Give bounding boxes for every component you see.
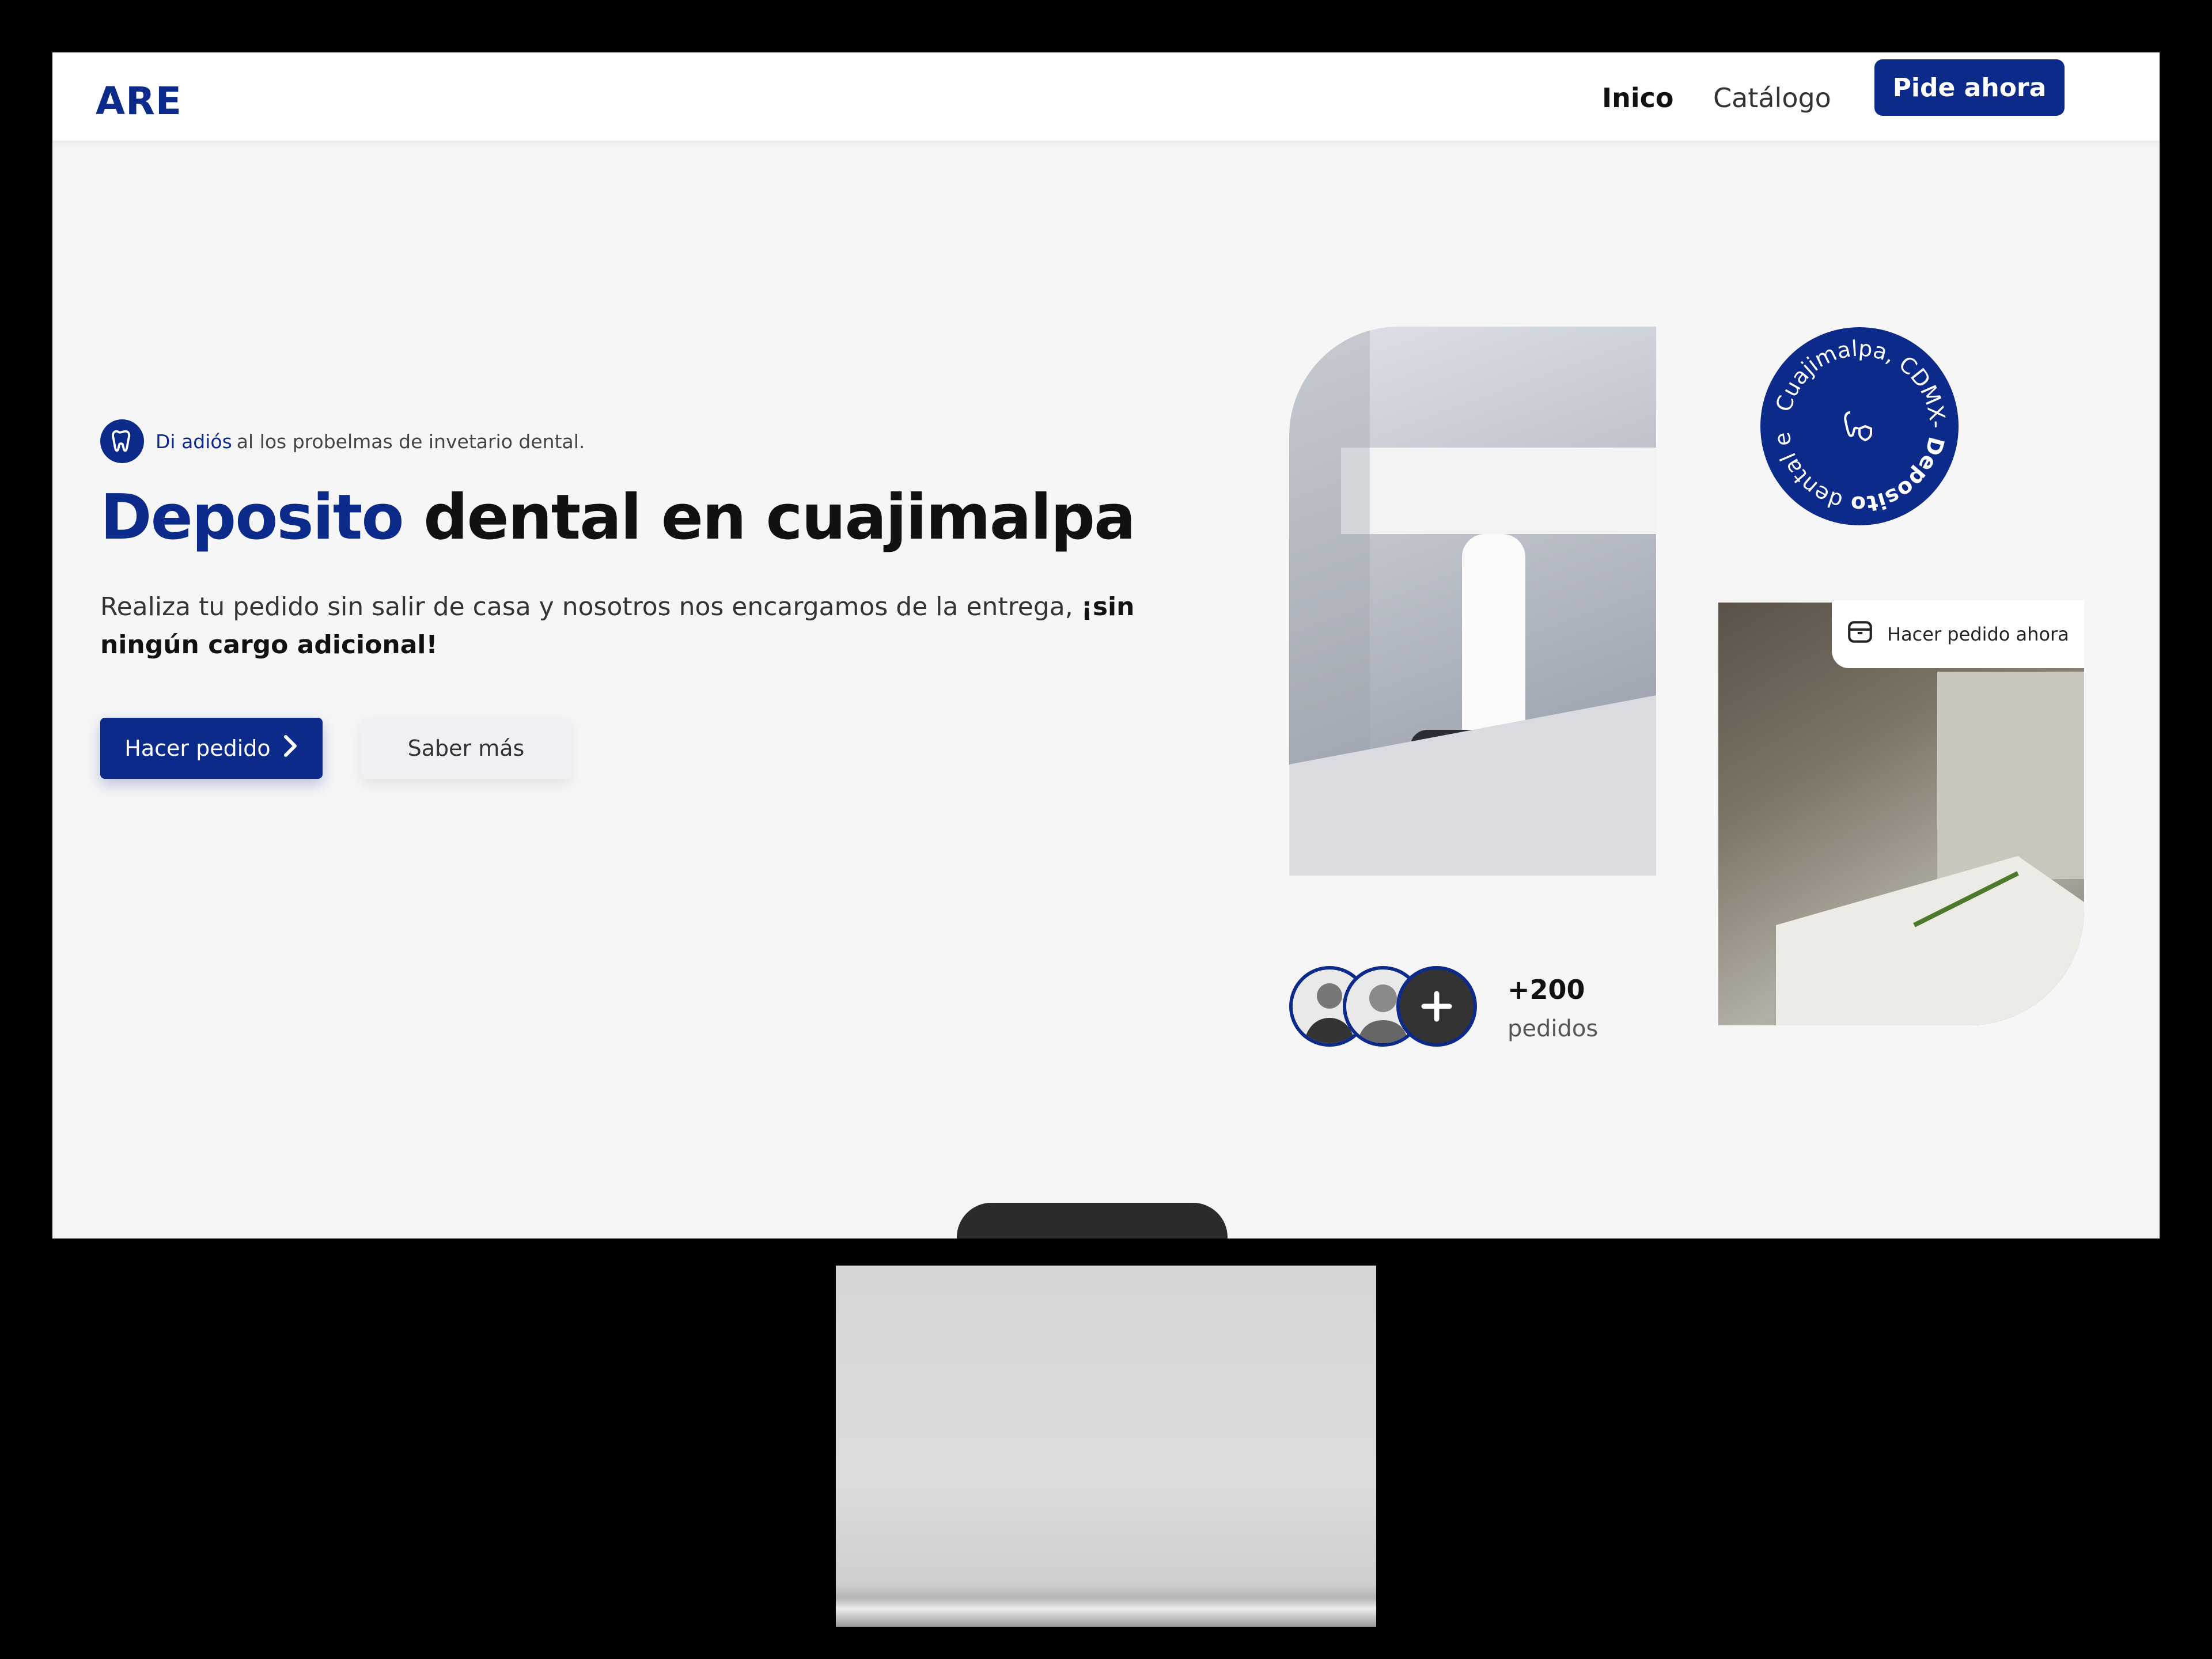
title-rest: dental en cuajimalpa xyxy=(423,482,1136,554)
chevron-right-icon xyxy=(283,734,298,763)
floating-toolbar[interactable] xyxy=(957,1203,1228,1238)
dental-scanner-photo xyxy=(1289,327,1656,876)
order-now-tag[interactable]: Hacer pedido ahora xyxy=(1832,600,2084,668)
tagline-highlight: Di adiós xyxy=(156,430,232,453)
order-tag-label: Hacer pedido ahora xyxy=(1887,623,2069,645)
place-order-button[interactable]: Hacer pedido xyxy=(100,718,323,779)
order-now-button[interactable]: Pide ahora xyxy=(1874,59,2065,116)
nav-link-catalogo[interactable]: Catálogo xyxy=(1713,82,1831,113)
title-accent: Deposito xyxy=(100,482,404,554)
nav-link-inicio[interactable]: Inico xyxy=(1602,82,1674,113)
browser-viewport: ARE Inico Catálogo Pide ahora Di adiós a… xyxy=(52,52,2160,1238)
subtitle-text: Realiza tu pedido sin salir de casa y no… xyxy=(100,592,1073,622)
logo[interactable]: ARE xyxy=(96,79,182,123)
hero-tagline: Di adiós al los probelmas de invetario d… xyxy=(100,419,585,463)
monitor-stand xyxy=(836,1266,1376,1627)
location-badge: Cuajimalpa, CDMX- Deposito dental en xyxy=(1760,327,1959,525)
plus-icon xyxy=(1421,991,1452,1022)
page-title: Deposito dental en cuajimalpa xyxy=(100,482,1136,554)
box-icon xyxy=(1846,618,1874,651)
top-navbar: ARE Inico Catálogo Pide ahora xyxy=(52,52,2160,141)
more-customers-avatar xyxy=(1396,966,1477,1047)
orders-count: +200 xyxy=(1508,974,1585,1005)
place-order-label: Hacer pedido xyxy=(124,736,271,761)
orders-label: pedidos xyxy=(1508,1016,1599,1042)
tagline-text: al los probelmas de invetario dental. xyxy=(236,430,585,453)
learn-more-button[interactable]: Saber más xyxy=(361,718,571,779)
hero-subtitle: Realiza tu pedido sin salir de casa y no… xyxy=(100,588,1195,664)
tooth-icon xyxy=(100,419,144,463)
